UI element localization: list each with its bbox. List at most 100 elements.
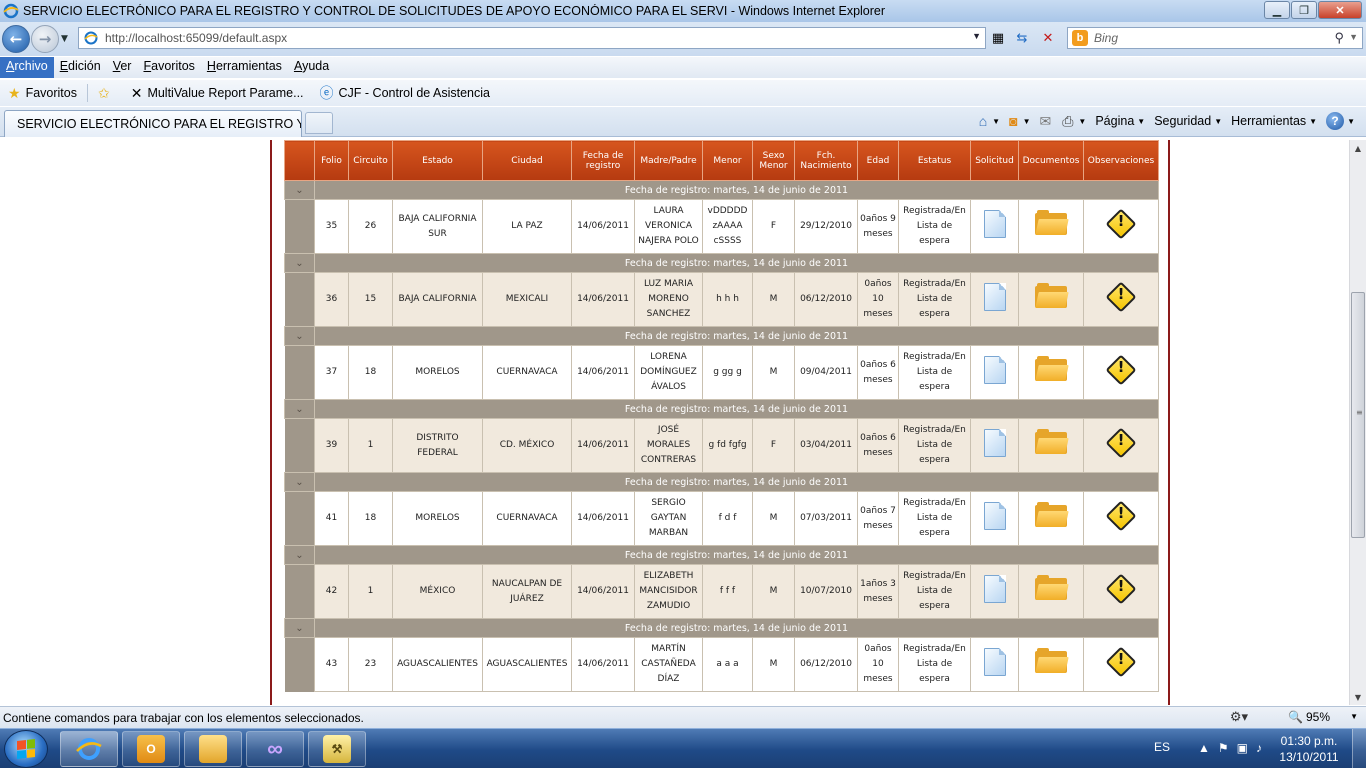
folder-icon[interactable] bbox=[1035, 355, 1069, 381]
header-edad[interactable]: Edad bbox=[857, 140, 899, 181]
scroll-up-arrow[interactable]: ▲ bbox=[1350, 140, 1366, 156]
document-icon[interactable] bbox=[983, 209, 1006, 238]
collapse-group-icon[interactable]: ⌄ bbox=[284, 472, 315, 492]
forward-button[interactable]: → bbox=[31, 25, 59, 53]
recent-pages-dropdown[interactable]: ▼ bbox=[61, 34, 68, 44]
zoom-dropdown-icon[interactable]: ▼ bbox=[1350, 712, 1358, 721]
favorite-link-multivalue[interactable]: ✕ MultiValue Report Parame... bbox=[123, 85, 312, 102]
collapse-group-icon[interactable]: ⌄ bbox=[284, 253, 315, 273]
page-menu[interactable]: Página ▼ bbox=[1092, 114, 1148, 128]
header-ciudad[interactable]: Ciudad bbox=[482, 140, 572, 181]
document-icon[interactable] bbox=[983, 428, 1006, 457]
warning-icon[interactable]: ! bbox=[1105, 353, 1137, 386]
header-sexo-menor[interactable]: Sexo Menor bbox=[752, 140, 795, 181]
network-icon[interactable]: ▣ bbox=[1237, 741, 1248, 755]
folder-icon[interactable] bbox=[1035, 209, 1069, 235]
collapse-group-icon[interactable]: ⌄ bbox=[284, 326, 315, 346]
clock[interactable]: 01:30 p.m. 13/10/2011 bbox=[1276, 733, 1342, 765]
favorites-button[interactable]: ★ Favoritos bbox=[0, 85, 85, 102]
document-icon[interactable] bbox=[983, 282, 1006, 311]
document-icon[interactable] bbox=[983, 355, 1006, 384]
show-desktop-button[interactable] bbox=[1352, 729, 1366, 769]
table-row[interactable]: 37 18 MORELOS CUERNAVACA 14/06/2011 LORENA DO… bbox=[284, 345, 1159, 400]
menu-herramientas[interactable]: Herramientas bbox=[201, 57, 288, 78]
menu-ver[interactable]: Ver bbox=[107, 57, 138, 78]
menu-ayuda[interactable]: Ayuda bbox=[288, 57, 335, 78]
taskbar-outlook[interactable]: O bbox=[122, 731, 180, 767]
header-madre-padre[interactable]: Madre/Padre bbox=[634, 140, 703, 181]
header-solicitud[interactable]: Solicitud bbox=[970, 140, 1019, 181]
document-icon[interactable] bbox=[983, 501, 1006, 530]
maximize-button[interactable]: ❐ bbox=[1291, 1, 1317, 19]
table-row[interactable]: 42 1 MÉXICO NAUCALPAN DE JUÁREZ 14/06/2011 EL… bbox=[284, 564, 1159, 619]
language-indicator[interactable]: ES bbox=[1154, 740, 1170, 754]
mail-button[interactable]: ✉ bbox=[1036, 113, 1056, 130]
volume-icon[interactable]: ♪ bbox=[1256, 741, 1262, 755]
taskbar-visual-studio[interactable]: ∞ bbox=[246, 731, 304, 767]
collapse-group-icon[interactable]: ⌄ bbox=[284, 545, 315, 565]
search-dropdown-icon[interactable]: ▼ bbox=[1349, 32, 1358, 42]
menu-favoritos[interactable]: Favoritos bbox=[137, 57, 200, 78]
folder-icon[interactable] bbox=[1035, 501, 1069, 527]
warning-icon[interactable]: ! bbox=[1105, 207, 1137, 240]
header-estatus[interactable]: Estatus bbox=[898, 140, 971, 181]
document-icon[interactable] bbox=[983, 647, 1006, 676]
scroll-down-arrow[interactable]: ▼ bbox=[1350, 689, 1366, 705]
taskbar-ie[interactable] bbox=[60, 731, 118, 767]
vertical-scrollbar[interactable]: ▲ ≡ ▼ bbox=[1349, 140, 1366, 705]
tab-active[interactable]: SERVICIO ELECTRÓNICO PARA EL REGISTRO Y … bbox=[4, 110, 302, 137]
minimize-button[interactable]: ▁ bbox=[1264, 1, 1290, 19]
compatibility-view-icon[interactable]: ▦ bbox=[988, 29, 1008, 47]
help-button[interactable]: ? ▼ bbox=[1323, 112, 1358, 130]
folder-icon[interactable] bbox=[1035, 428, 1069, 454]
warning-icon[interactable]: ! bbox=[1105, 499, 1137, 532]
search-box[interactable]: b Bing ⚲ ▼ bbox=[1067, 27, 1363, 49]
url-text[interactable]: http://localhost:65099/default.aspx bbox=[105, 31, 287, 45]
feeds-button[interactable]: ◙ ▼ bbox=[1006, 113, 1033, 129]
new-tab-button[interactable] bbox=[305, 112, 333, 134]
collapse-group-icon[interactable]: ⌄ bbox=[284, 618, 315, 638]
show-hidden-icons-icon[interactable]: ▲ bbox=[1198, 741, 1210, 755]
print-button[interactable]: ⎙ ▼ bbox=[1059, 113, 1089, 130]
menu-archivo[interactable]: Archivo bbox=[0, 57, 54, 78]
table-row[interactable]: 35 26 BAJA CALIFORNIA SUR LA PAZ 14/06/2011 L… bbox=[284, 199, 1159, 254]
taskbar-explorer[interactable] bbox=[184, 731, 242, 767]
header-documentos[interactable]: Documentos bbox=[1018, 140, 1084, 181]
table-row[interactable]: 36 15 BAJA CALIFORNIA MEXICALI 14/06/2011 LUZ… bbox=[284, 272, 1159, 327]
header-fecha-nacimiento[interactable]: Fch. Nacimiento bbox=[794, 140, 858, 181]
start-button[interactable] bbox=[4, 730, 48, 768]
warning-icon[interactable]: ! bbox=[1105, 426, 1137, 459]
collapse-group-icon[interactable]: ⌄ bbox=[284, 399, 315, 419]
search-placeholder[interactable]: Bing bbox=[1094, 31, 1118, 45]
table-row[interactable]: 41 18 MORELOS CUERNAVACA 14/06/2011 SERGIO GA… bbox=[284, 491, 1159, 546]
warning-icon[interactable]: ! bbox=[1105, 572, 1137, 605]
table-row[interactable]: 39 1 DISTRITO FEDERAL CD. MÉXICO 14/06/2011 J… bbox=[284, 418, 1159, 473]
table-row[interactable]: 43 23 AGUASCALIENTES AGUASCALIENTES 14/06/20… bbox=[284, 637, 1159, 692]
add-favorite-button[interactable]: ✩ bbox=[90, 85, 123, 102]
warning-icon[interactable]: ! bbox=[1105, 645, 1137, 678]
refresh-icon[interactable]: ⇆ bbox=[1012, 29, 1032, 47]
protected-mode-icon[interactable]: ⚙▾ bbox=[1230, 709, 1248, 725]
address-bar[interactable]: http://localhost:65099/default.aspx ▼ bbox=[78, 27, 986, 49]
header-folio[interactable]: Folio bbox=[314, 140, 349, 181]
tools-menu[interactable]: Herramientas ▼ bbox=[1228, 114, 1320, 128]
header-estado[interactable]: Estado bbox=[392, 140, 483, 181]
stop-icon[interactable]: ✕ bbox=[1038, 29, 1058, 47]
search-icon[interactable]: ⚲ bbox=[1334, 30, 1344, 46]
close-button[interactable]: ✕ bbox=[1318, 1, 1362, 19]
document-icon[interactable] bbox=[983, 574, 1006, 603]
security-menu[interactable]: Seguridad ▼ bbox=[1151, 114, 1225, 128]
zoom-control[interactable]: 🔍 95% bbox=[1288, 710, 1330, 724]
favorite-link-cjf[interactable]: ⓔ CJF - Control de Asistencia bbox=[312, 83, 498, 103]
folder-icon[interactable] bbox=[1035, 282, 1069, 308]
action-center-icon[interactable]: ⚑ bbox=[1218, 741, 1229, 755]
folder-icon[interactable] bbox=[1035, 647, 1069, 673]
folder-icon[interactable] bbox=[1035, 574, 1069, 600]
scroll-thumb[interactable]: ≡ bbox=[1351, 292, 1365, 538]
home-button[interactable]: ⌂ ▼ bbox=[976, 113, 1003, 129]
taskbar-sql-tool[interactable]: ⚒ bbox=[308, 731, 366, 767]
back-button[interactable]: ← bbox=[2, 25, 30, 53]
header-menor[interactable]: Menor bbox=[702, 140, 753, 181]
collapse-group-icon[interactable]: ⌄ bbox=[284, 180, 315, 200]
menu-edicion[interactable]: Edición bbox=[54, 57, 107, 78]
